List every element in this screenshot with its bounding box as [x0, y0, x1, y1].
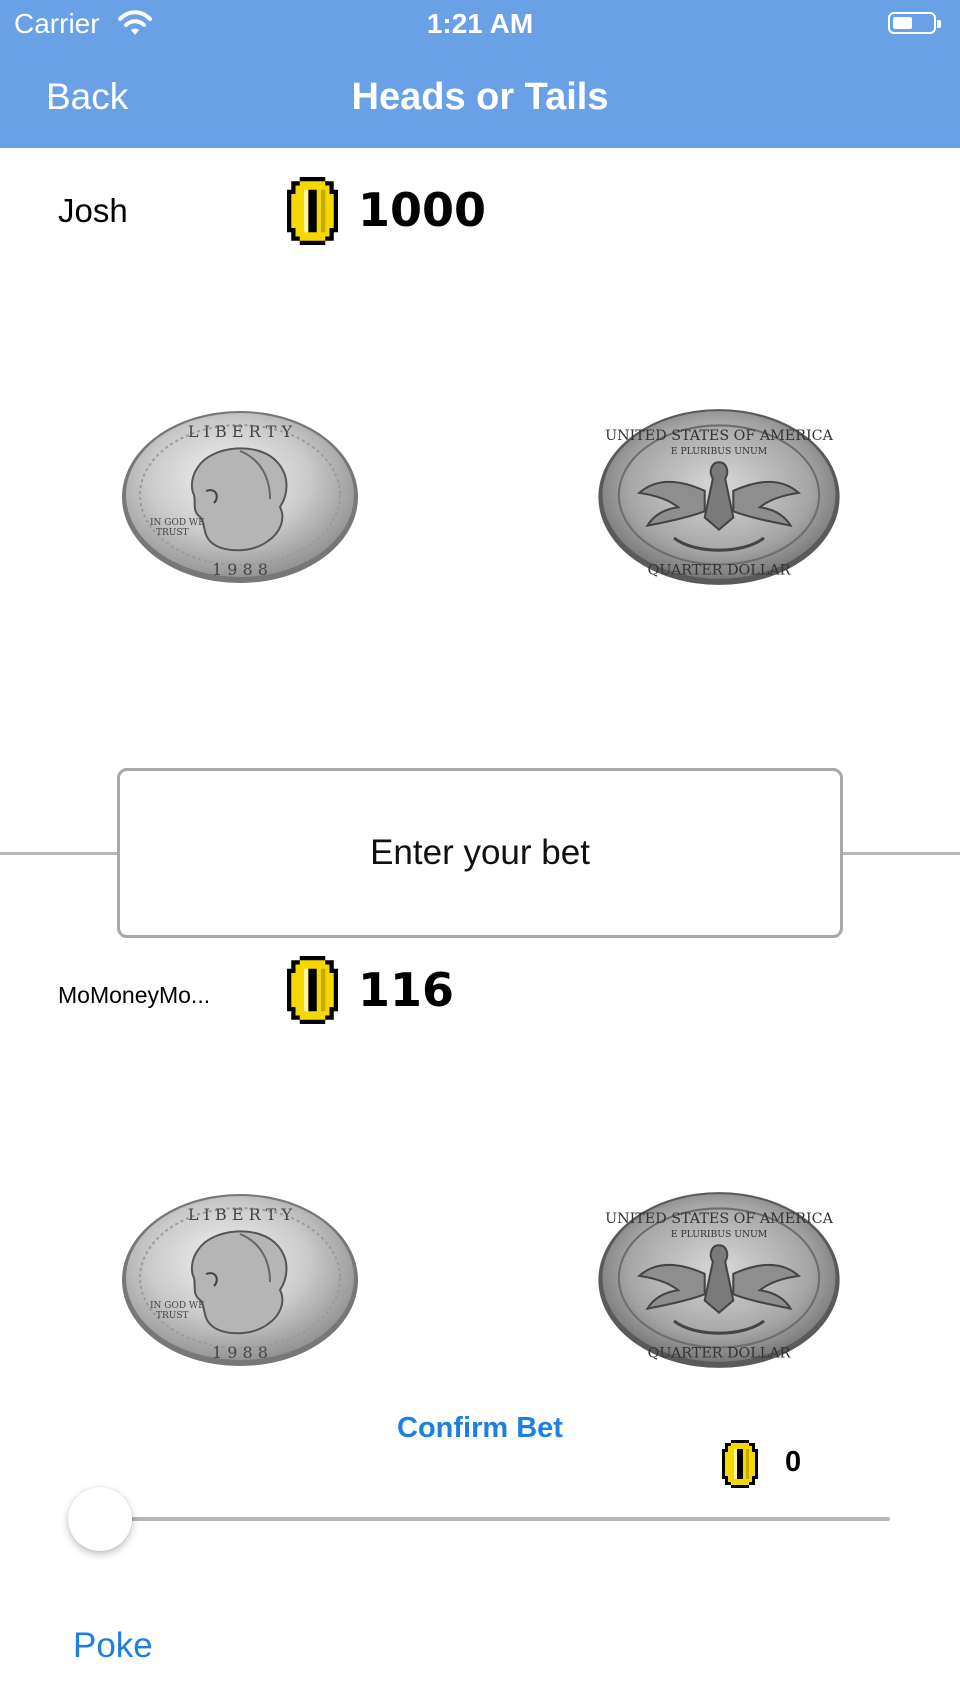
- gold-coin-icon: [287, 955, 338, 1025]
- quarter-heads-icon[interactable]: [120, 1190, 360, 1370]
- poke-button[interactable]: Poke: [73, 1626, 153, 1666]
- divider-right: [840, 852, 960, 855]
- battery-level: [893, 17, 912, 29]
- page-title: Heads or Tails: [351, 76, 609, 118]
- confirm-bet-button[interactable]: Confirm Bet: [0, 1412, 960, 1445]
- quarter-tails-icon[interactable]: [596, 1188, 842, 1372]
- bet-input[interactable]: [120, 832, 840, 874]
- navigation-bar: Carrier 1:21 AM Back Heads or Tails: [0, 0, 960, 148]
- quarter-heads-icon[interactable]: [120, 407, 360, 587]
- player1-name: Josh: [58, 192, 128, 229]
- player2-balance: 116: [358, 963, 455, 1017]
- player2-name: MoMoneyMo...: [58, 982, 211, 1008]
- status-time: 1:21 AM: [426, 8, 534, 39]
- bet-slider-track[interactable]: [100, 1517, 890, 1521]
- divider-left: [0, 852, 120, 855]
- battery-nub: [937, 20, 941, 28]
- bet-amount: 0: [785, 1446, 802, 1478]
- battery-icon: [888, 12, 941, 34]
- player1-balance: 1000: [358, 183, 487, 237]
- quarter-tails-icon[interactable]: [596, 405, 842, 589]
- bet-input-box[interactable]: [117, 768, 843, 938]
- bet-slider-thumb[interactable]: [68, 1487, 132, 1551]
- gold-coin-icon: [287, 176, 338, 246]
- status-bar: Carrier 1:21 AM: [0, 0, 960, 48]
- gold-coin-icon: [722, 1440, 758, 1488]
